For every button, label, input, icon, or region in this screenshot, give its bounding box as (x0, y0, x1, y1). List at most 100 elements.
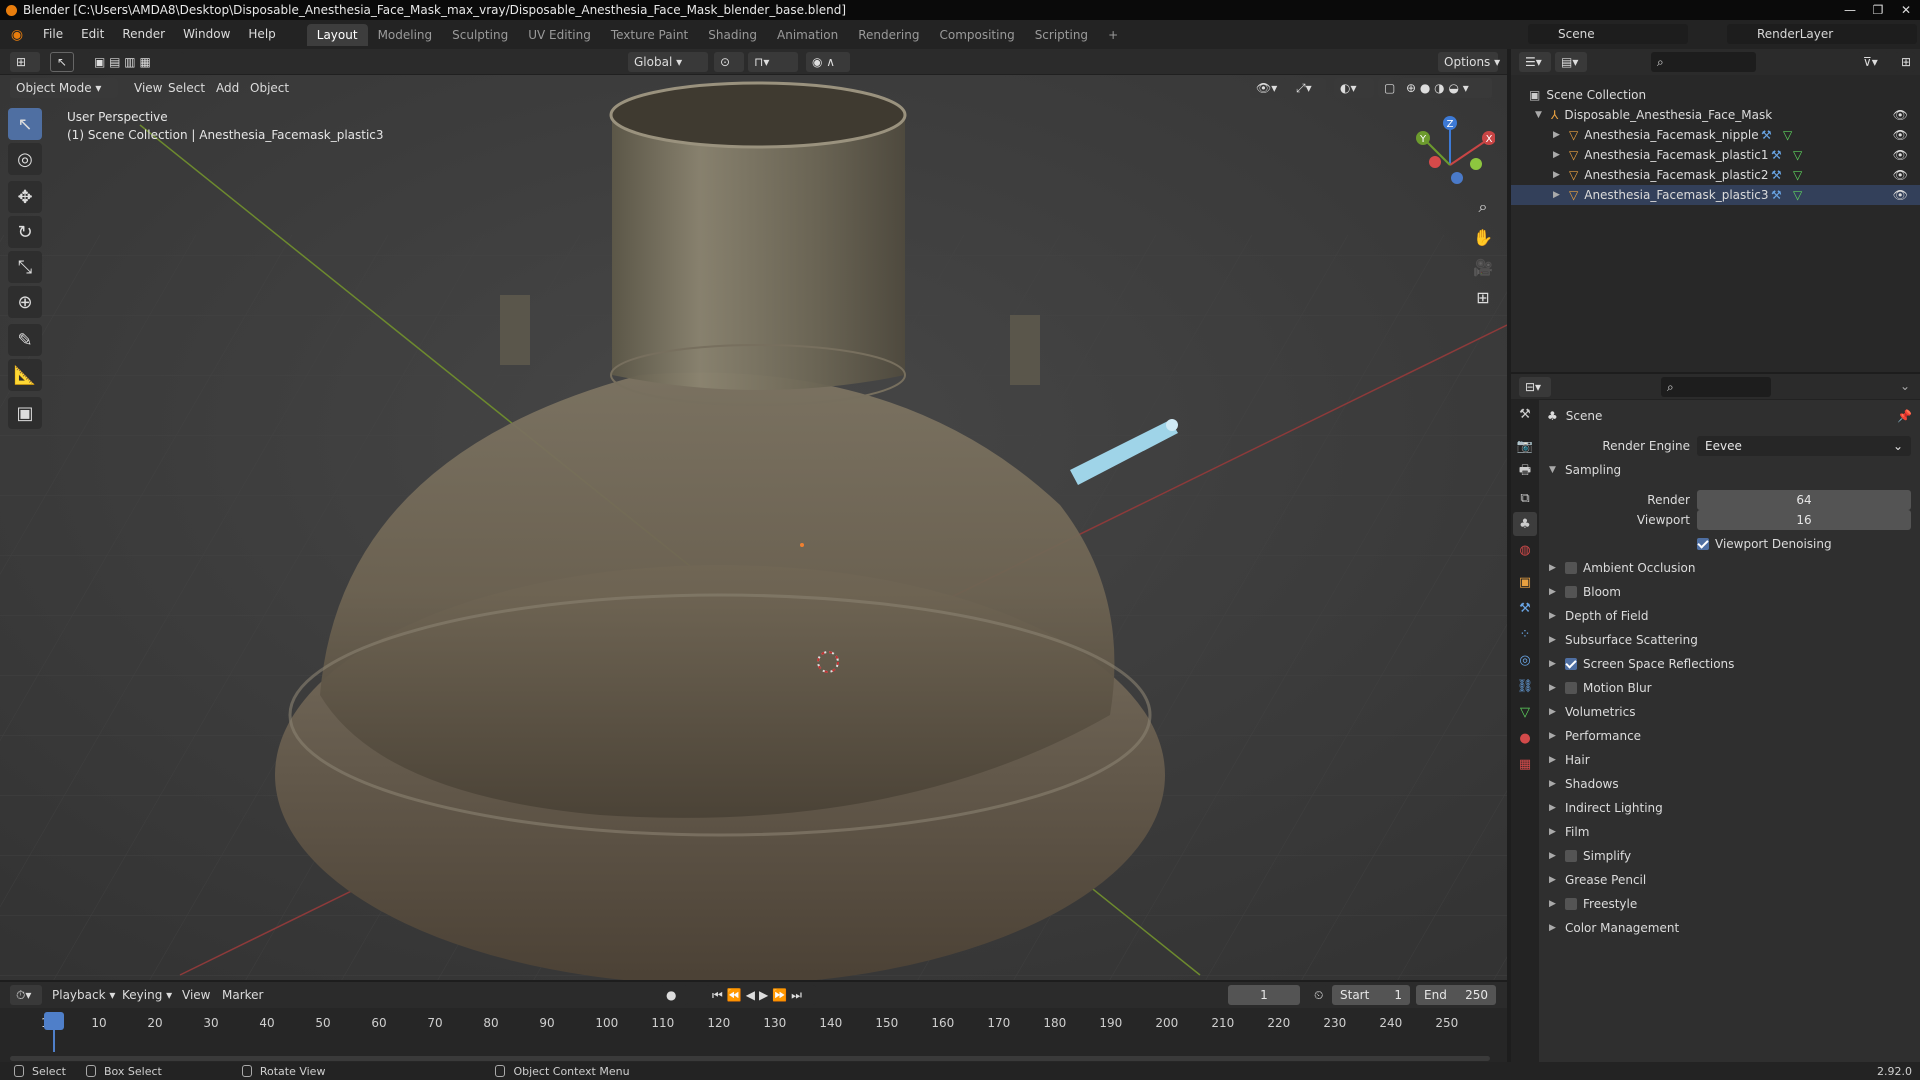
viewport-samples-field[interactable]: 16 (1697, 510, 1911, 530)
physics-tab-icon[interactable]: ◎ (1513, 648, 1537, 672)
panel-row[interactable]: ▶ Volumetrics (1539, 700, 1920, 724)
viewport-menu-object[interactable]: Object (244, 78, 295, 98)
scene-tab-icon[interactable]: ♣ (1513, 512, 1537, 536)
outliner-object-row[interactable]: ▶ ▽ Anesthesia_Facemask_plastic2 ⚒ ▽ 👁 (1511, 165, 1920, 185)
rotate-tool-icon[interactable]: ↻ (8, 216, 42, 248)
object-mode-dropdown[interactable]: Object Mode ▾ (10, 78, 118, 98)
snap-icon[interactable]: ⊓▾ (748, 52, 798, 72)
tab-scripting[interactable]: Scripting (1025, 24, 1098, 46)
scale-tool-icon[interactable]: ⤡ (8, 251, 42, 283)
tab-texture-paint[interactable]: Texture Paint (601, 24, 698, 46)
select-tool-icon[interactable]: ↖ (50, 52, 74, 72)
tab-animation[interactable]: Animation (767, 24, 848, 46)
render-samples-field[interactable]: 64 (1697, 490, 1911, 510)
viewport-denoising-row[interactable]: Viewport Denoising (1539, 532, 1920, 556)
outliner-object-row-active[interactable]: ▶ ▽ Anesthesia_Facemask_plastic3 ⚒ ▽ 👁 (1511, 185, 1920, 205)
add-cube-tool-icon[interactable]: ▣ (8, 397, 42, 429)
eye-icon[interactable]: 👁 (1893, 128, 1908, 142)
material-tab-icon[interactable]: ● (1513, 726, 1537, 750)
menu-help[interactable]: Help (239, 20, 284, 49)
viewport-menu-add[interactable]: Add (210, 78, 245, 98)
overlays-icon[interactable]: ◐▾ (1334, 78, 1374, 98)
texture-tab-icon[interactable]: ▦ (1513, 752, 1537, 776)
properties-editor-type-icon[interactable]: ⊟▾ (1519, 377, 1551, 397)
expand-right-icon[interactable]: ▶ (1553, 190, 1563, 200)
annotate-tool-icon[interactable]: ✎ (8, 324, 42, 356)
timeline-menu-view[interactable]: View (176, 985, 216, 1005)
camera-view-icon[interactable]: 🎥 (1468, 252, 1498, 282)
panel-checkbox[interactable] (1565, 850, 1577, 862)
chevron-down-icon[interactable]: ⌄ (1900, 379, 1910, 393)
view-layer-tab-icon[interactable]: ⧉ (1513, 486, 1537, 510)
filter-icon[interactable]: ⊽▾ (1857, 52, 1889, 72)
eye-icon[interactable]: 👁 (1893, 188, 1908, 202)
new-collection-icon[interactable]: ⊞ (1895, 52, 1915, 72)
scene-selector[interactable]: Scene (1528, 24, 1688, 44)
timeline-editor-type-icon[interactable]: ⏱▾ (10, 985, 42, 1005)
pivot-point-icon[interactable]: ⊙ (714, 52, 744, 72)
pin-icon[interactable]: 📌 (1897, 409, 1912, 423)
panel-checkbox[interactable] (1565, 658, 1577, 670)
close-icon[interactable]: ✕ (1892, 0, 1920, 20)
playback-controls-icons[interactable]: ⏮⏪◀▶⏩⏭ (706, 985, 816, 1005)
maximize-icon[interactable]: ❐ (1864, 0, 1892, 20)
panel-row[interactable]: ▶ Subsurface Scattering (1539, 628, 1920, 652)
render-layer-selector[interactable]: RenderLayer (1727, 24, 1917, 44)
tab-shading[interactable]: Shading (698, 24, 767, 46)
timeline-ruler[interactable]: 1102030405060708090100110120130140150160… (0, 1008, 1507, 1062)
panel-row[interactable]: ▶ Bloom (1539, 580, 1920, 604)
expand-right-icon[interactable]: ▶ (1553, 150, 1563, 160)
playhead-marker[interactable] (44, 1012, 64, 1030)
panel-row[interactable]: ▶ Color Management (1539, 916, 1920, 940)
gizmo-toggle-icon[interactable]: ⤢▾ (1290, 78, 1326, 98)
menu-render[interactable]: Render (113, 20, 174, 49)
pan-hand-icon[interactable]: ✋ (1468, 222, 1498, 252)
outliner-editor-type-icon[interactable]: ☰▾ (1519, 52, 1551, 72)
menu-file[interactable]: File (34, 20, 72, 49)
tab-uv-editing[interactable]: UV Editing (518, 24, 601, 46)
eye-icon[interactable]: 👁 (1893, 168, 1908, 182)
menu-edit[interactable]: Edit (72, 20, 113, 49)
panel-checkbox[interactable] (1565, 562, 1577, 574)
modifier-tab-icon[interactable]: ⚒ (1513, 596, 1537, 620)
menu-window[interactable]: Window (174, 20, 239, 49)
cursor-tool-icon[interactable]: ◎ (8, 143, 42, 175)
editor-type-icon[interactable]: ⊞ (10, 52, 40, 72)
select-box-tool-icon[interactable]: ↖ (8, 108, 42, 140)
shading-modes-icons[interactable]: ⊕ ● ◑ ◒ ▾ (1400, 78, 1492, 98)
xray-icon[interactable]: ▢ (1378, 78, 1395, 98)
timeline-scrollbar[interactable] (10, 1056, 1490, 1061)
outliner-collection[interactable]: ▼ ⅄ Disposable_Anesthesia_Face_Mask 👁 (1511, 105, 1920, 125)
tool-tab-icon[interactable]: ⚒ (1513, 402, 1537, 426)
particles-tab-icon[interactable]: ⁘ (1513, 622, 1537, 646)
blender-menu-icon[interactable]: ◉ (0, 27, 34, 43)
panel-row[interactable]: ▶ Shadows (1539, 772, 1920, 796)
expand-down-icon[interactable]: ▼ (1535, 110, 1545, 120)
timeline-menu-keying[interactable]: Keying ▾ (116, 985, 178, 1005)
clock-icon[interactable]: ⏲ (1308, 985, 1328, 1005)
outliner-scene-collection[interactable]: ▣ Scene Collection (1511, 85, 1920, 105)
eye-icon[interactable]: 👁 (1893, 148, 1908, 162)
outliner-object-row[interactable]: ▶ ▽ Anesthesia_Facemask_plastic1 ⚒ ▽ 👁 (1511, 145, 1920, 165)
panel-row[interactable]: ▶ Screen Space Reflections (1539, 652, 1920, 676)
ortho-grid-icon[interactable]: ⊞ (1468, 282, 1498, 312)
zoom-icon[interactable]: ⌕ (1468, 192, 1498, 222)
measure-tool-icon[interactable]: 📐 (8, 359, 42, 391)
panel-row[interactable]: ▶ Ambient Occlusion (1539, 556, 1920, 580)
tab-layout[interactable]: Layout (306, 23, 368, 46)
minimize-icon[interactable]: — (1836, 0, 1864, 20)
proportional-edit-icon[interactable]: ◉ ∧ (806, 52, 850, 72)
panel-row[interactable]: ▶ Grease Pencil (1539, 868, 1920, 892)
timeline-menu-marker[interactable]: Marker (216, 985, 269, 1005)
world-tab-icon[interactable]: ◍ (1513, 538, 1537, 562)
3d-viewport[interactable] (0, 75, 1507, 980)
panel-row[interactable]: ▶ Film (1539, 820, 1920, 844)
transform-orientation[interactable]: Global ▾ (628, 52, 708, 72)
panel-checkbox[interactable] (1565, 586, 1577, 598)
move-tool-icon[interactable]: ✥ (8, 181, 42, 213)
viewport-denoising-checkbox[interactable] (1697, 538, 1709, 550)
selection-mode-icons[interactable]: ▣ ▤ ▥ ▦ (88, 52, 184, 72)
panel-checkbox[interactable] (1565, 682, 1577, 694)
panel-row[interactable]: ▶ Freestyle (1539, 892, 1920, 916)
outliner-object-row[interactable]: ▶ ▽ Anesthesia_Facemask_nipple ⚒ ▽ 👁 (1511, 125, 1920, 145)
